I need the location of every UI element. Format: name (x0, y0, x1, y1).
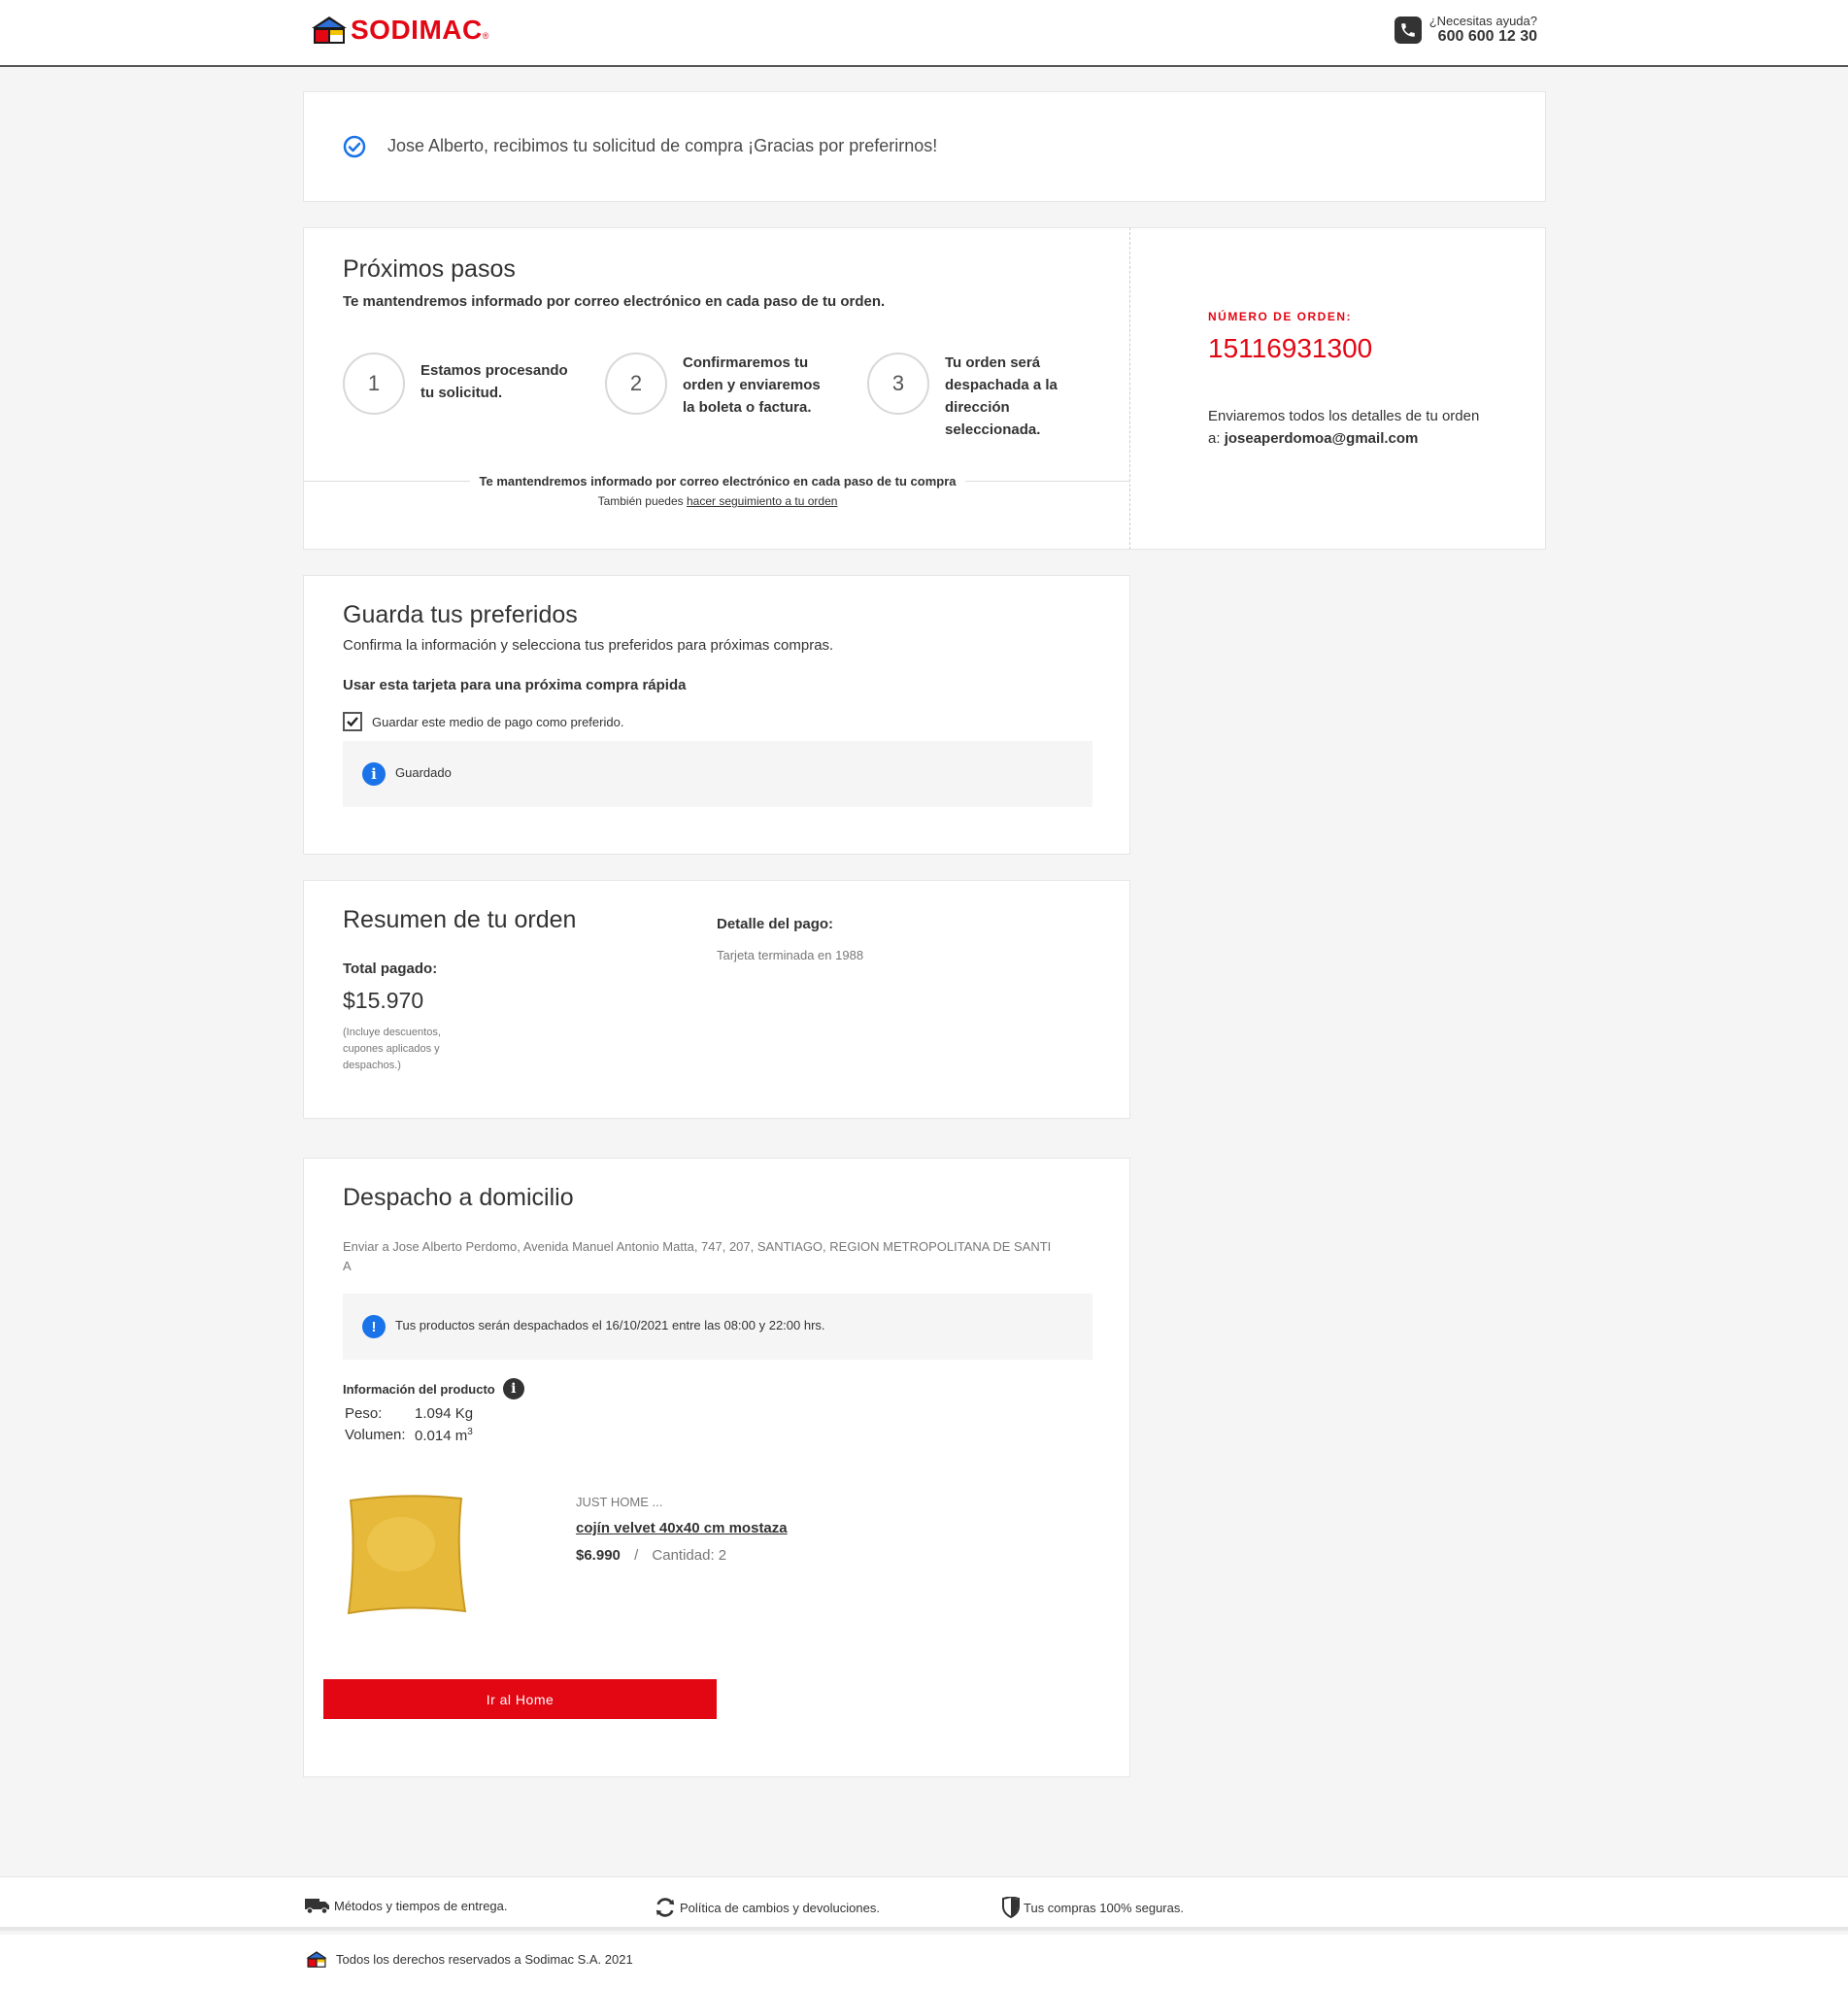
help-question: ¿Necesitas ayuda? (1428, 14, 1537, 28)
product-price: $6.990 (576, 1547, 621, 1564)
delivery-address: Enviar a Jose Alberto Perdomo, Avenida M… (343, 1237, 1100, 1276)
go-home-button[interactable]: Ir al Home (323, 1679, 717, 1719)
brand-name: SODIMAC (351, 15, 483, 45)
saved-status-text: Guardado (395, 765, 452, 780)
step-1: 1 Estamos procesando tu solicitud. (343, 353, 576, 415)
header: SODIMAC ® ¿Necesitas ayuda? 600 600 12 3… (0, 0, 1848, 67)
order-number-label: NÚMERO DE ORDEN: (1208, 310, 1353, 323)
summary-title: Resumen de tu orden (343, 906, 577, 933)
sodimac-house-icon (312, 17, 347, 44)
total-note: (Incluye descuentos, cupones aplicados y… (343, 1027, 441, 1071)
sodimac-logo[interactable]: SODIMAC ® (310, 14, 488, 47)
save-payment-checkbox[interactable] (343, 712, 362, 731)
product-info-icon[interactable]: i (502, 1378, 524, 1399)
registered-mark: ® (482, 31, 489, 41)
total-label: Total pagado: (343, 961, 438, 977)
tracking-link[interactable]: hacer seguimiento a tu orden (687, 494, 837, 508)
step-3: 3 Tu orden será despachada a la direcció… (867, 353, 1061, 441)
delivery-title: Despacho a domicilio (343, 1184, 574, 1211)
product-metrics: Peso: 1.094 Kg Volumen: 0.014 m3 (345, 1405, 473, 1444)
product-image[interactable] (343, 1491, 469, 1617)
price-separator: / (634, 1547, 639, 1564)
save-payment-label: Guardar este medio de pago como preferid… (372, 714, 624, 729)
tracking-text: También puedes hacer seguimiento a tu or… (304, 494, 1131, 508)
footer-link-label: Política de cambios y devoluciones. (680, 1900, 880, 1915)
preferences-subtitle: Confirma la información y selecciona tus… (343, 637, 834, 654)
product-info-heading: Información del producto i (343, 1378, 524, 1399)
delivery-card: Despacho a domicilio Enviar a Jose Alber… (303, 1158, 1130, 1777)
step-number: 2 (605, 353, 667, 415)
delivery-notice-text: Tus productos serán despachados el 16/10… (395, 1318, 825, 1332)
order-number: 15116931300 (1208, 333, 1373, 363)
step-number: 1 (343, 353, 405, 415)
volume-label: Volumen: (345, 1427, 406, 1443)
weight-label: Peso: (345, 1405, 383, 1422)
preferences-title: Guarda tus preferidos (343, 601, 578, 628)
payment-detail: Tarjeta terminada en 1988 (717, 948, 864, 962)
phone-icon (1394, 16, 1422, 44)
payment-label: Detalle del pago: (717, 916, 834, 932)
sodimac-house-icon (306, 1951, 327, 1968)
next-steps-subtitle: Te mantendremos informado por correo ele… (343, 293, 886, 310)
copyright: Todos los derechos reservados a Sodimac … (305, 1950, 633, 1969)
checkmark-icon (347, 717, 358, 727)
footer-link-label: Tus compras 100% seguras. (1024, 1900, 1184, 1915)
delivery-address-line: A (343, 1259, 352, 1273)
footer-link-label: Métodos y tiempos de entrega. (334, 1898, 508, 1913)
next-steps-title: Próximos pasos (343, 255, 516, 283)
footer-link-returns[interactable]: Política de cambios y devoluciones. (655, 1897, 880, 1918)
footer-link-security[interactable]: Tus compras 100% seguras. (1002, 1897, 1184, 1918)
total-value: $15.970 (343, 988, 424, 1013)
save-payment-option[interactable]: Guardar este medio de pago como preferid… (343, 712, 623, 731)
delivery-notice-box: ! Tus productos serán despachados el 16/… (343, 1294, 1092, 1360)
card-heading: Usar esta tarjeta para una próxima compr… (343, 677, 687, 693)
product-brand: JUST HOME ... (576, 1495, 663, 1509)
help-contact[interactable]: ¿Necesitas ayuda? 600 600 12 30 (1394, 14, 1537, 46)
order-mail-text: Enviaremos todos los detalles de tu orde… (1208, 405, 1480, 450)
shield-icon (1002, 1897, 1020, 1918)
confirmation-card: Jose Alberto, recibimos tu solicitud de … (303, 91, 1546, 202)
copyright-text: Todos los derechos reservados a Sodimac … (336, 1952, 633, 1967)
weight-value: 1.094 Kg (415, 1405, 474, 1422)
product-name-link[interactable]: cojín velvet 40x40 cm mostaza (576, 1520, 788, 1536)
tracking-prefix: También puedes (597, 494, 684, 508)
delivery-address-line: Enviar a Jose Alberto Perdomo, Avenida M… (343, 1239, 1052, 1254)
steps-footer-note: Te mantendremos informado por correo ele… (469, 474, 966, 489)
step-text: Confirmaremos tu orden y enviaremos la b… (683, 354, 821, 416)
order-info-card: NÚMERO DE ORDEN: 15116931300 Enviaremos … (1130, 227, 1546, 550)
help-phone-number[interactable]: 600 600 12 30 (1438, 28, 1537, 46)
footer-links: Métodos y tiempos de entrega. Política d… (0, 1876, 1848, 1931)
product-info-label: Información del producto (343, 1381, 495, 1397)
info-icon: i (362, 762, 386, 786)
order-summary-card: Resumen de tu orden Total pagado: $15.97… (303, 880, 1130, 1119)
confirmation-message: Jose Alberto, recibimos tu solicitud de … (387, 136, 938, 155)
step-text: Estamos procesando tu solicitud. (420, 362, 568, 401)
exclamation-icon: ! (362, 1315, 386, 1338)
check-circle-icon (343, 135, 366, 158)
truck-icon (305, 1897, 330, 1914)
step-text: Tu orden será despachada a la dirección … (945, 354, 1058, 438)
product-quantity: Cantidad: 2 (652, 1547, 727, 1564)
next-steps-card: Próximos pasos Te mantendremos informado… (303, 227, 1131, 550)
step-number: 3 (867, 353, 929, 415)
step-2: 2 Confirmaremos tu orden y enviaremos la… (605, 353, 828, 419)
footer-copyright-bar: Todos los derechos reservados a Sodimac … (0, 1935, 1848, 1989)
volume-value: 0.014 m3 (415, 1427, 473, 1444)
order-email: joseaperdomoa@gmail.com (1224, 430, 1419, 447)
saved-status-box: i Guardado (343, 741, 1092, 807)
footer-link-delivery[interactable]: Métodos y tiempos de entrega. (305, 1897, 508, 1914)
product-price-qty: $6.990 / Cantidad: 2 (576, 1547, 726, 1564)
refresh-icon (655, 1897, 676, 1918)
preferences-card: Guarda tus preferidos Confirma la inform… (303, 575, 1130, 855)
